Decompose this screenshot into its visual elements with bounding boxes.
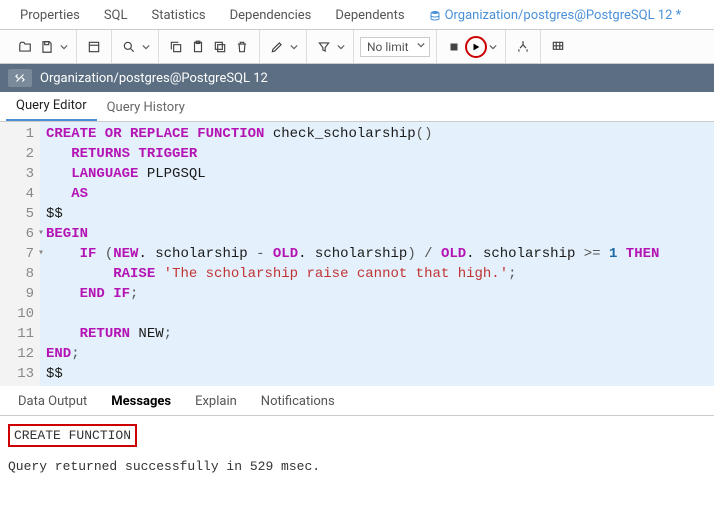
explain-button[interactable] bbox=[512, 35, 534, 59]
limit-select[interactable]: No limit bbox=[360, 37, 430, 57]
open-file-button[interactable] bbox=[14, 35, 36, 59]
code-line[interactable]: $$ bbox=[46, 204, 708, 224]
code-line[interactable] bbox=[46, 304, 708, 324]
code-line[interactable]: BEGIN bbox=[46, 224, 708, 244]
search-button[interactable] bbox=[118, 35, 140, 59]
code-line[interactable]: CREATE OR REPLACE FUNCTION check_scholar… bbox=[46, 124, 708, 144]
execute-dropdown[interactable] bbox=[487, 35, 499, 59]
code-line[interactable]: RETURN NEW; bbox=[46, 324, 708, 344]
connection-bar: Organization/postgres@PostgreSQL 12 bbox=[0, 64, 714, 92]
tab-query-history[interactable]: Query History bbox=[97, 94, 195, 121]
messages-panel: CREATE FUNCTION Query returned successfu… bbox=[0, 416, 714, 482]
edit-button[interactable] bbox=[83, 35, 105, 59]
code-area[interactable]: CREATE OR REPLACE FUNCTION check_scholar… bbox=[40, 122, 714, 386]
connection-status-icon[interactable] bbox=[8, 69, 32, 87]
edit-data-button[interactable] bbox=[266, 35, 288, 59]
tab-sql[interactable]: SQL bbox=[92, 2, 140, 29]
line-number: 4 bbox=[2, 184, 34, 204]
filter-dropdown[interactable] bbox=[335, 35, 347, 59]
line-number: 3 bbox=[2, 164, 34, 184]
line-number: 9 bbox=[2, 284, 34, 304]
message-status: Query returned successfully in 529 msec. bbox=[8, 459, 706, 474]
output-tabs: Data Output Messages Explain Notificatio… bbox=[0, 386, 714, 416]
search-dropdown[interactable] bbox=[140, 35, 152, 59]
line-number: 2 bbox=[2, 144, 34, 164]
line-number: 10 bbox=[2, 304, 34, 324]
toolbar: No limit bbox=[0, 30, 714, 64]
code-editor[interactable]: 12345678910111213 CREATE OR REPLACE FUNC… bbox=[0, 122, 714, 386]
copy-button[interactable] bbox=[165, 35, 187, 59]
tab-explain[interactable]: Explain bbox=[183, 388, 249, 415]
tab-properties[interactable]: Properties bbox=[8, 2, 92, 29]
message-result: CREATE FUNCTION bbox=[8, 424, 137, 447]
line-number: 5 bbox=[2, 204, 34, 224]
tab-statistics[interactable]: Statistics bbox=[140, 2, 218, 29]
play-icon bbox=[465, 36, 487, 58]
tab-query-editor[interactable]: Query Editor bbox=[6, 92, 97, 121]
code-line[interactable]: END; bbox=[46, 344, 708, 364]
connection-label: Organization/postgres@PostgreSQL 12 bbox=[40, 71, 268, 86]
tab-data-output[interactable]: Data Output bbox=[6, 388, 99, 415]
execute-button[interactable] bbox=[465, 35, 487, 59]
filter-button[interactable] bbox=[313, 35, 335, 59]
limit-select-label: No limit bbox=[367, 40, 409, 54]
code-line[interactable]: RAISE 'The scholarship raise cannot that… bbox=[46, 264, 708, 284]
tab-query-tool[interactable]: Organization/postgres@PostgreSQL 12 * bbox=[417, 2, 694, 29]
tab-messages[interactable]: Messages bbox=[99, 388, 183, 415]
code-line[interactable]: RETURNS TRIGGER bbox=[46, 144, 708, 164]
line-number: 12 bbox=[2, 344, 34, 364]
code-line[interactable]: $$ bbox=[46, 364, 708, 384]
paste-button[interactable] bbox=[187, 35, 209, 59]
line-number: 13 bbox=[2, 364, 34, 384]
line-number: 7 bbox=[2, 244, 34, 264]
database-icon bbox=[429, 10, 441, 22]
tab-dependencies[interactable]: Dependencies bbox=[218, 2, 324, 29]
code-line[interactable]: IF (NEW. scholarship - OLD. scholarship)… bbox=[46, 244, 708, 264]
code-line[interactable]: LANGUAGE PLPGSQL bbox=[46, 164, 708, 184]
delete-button[interactable] bbox=[231, 35, 253, 59]
edit-data-dropdown[interactable] bbox=[288, 35, 300, 59]
save-button[interactable] bbox=[36, 35, 58, 59]
tab-dependents[interactable]: Dependents bbox=[323, 2, 416, 29]
line-gutter: 12345678910111213 bbox=[0, 122, 40, 386]
tab-query-tool-label: Organization/postgres@PostgreSQL 12 * bbox=[445, 8, 682, 23]
code-line[interactable]: AS bbox=[46, 184, 708, 204]
tab-notifications[interactable]: Notifications bbox=[249, 388, 347, 415]
notify-button[interactable] bbox=[547, 35, 569, 59]
chevron-down-icon bbox=[417, 41, 425, 49]
line-number: 1 bbox=[2, 124, 34, 144]
top-tabs: Properties SQL Statistics Dependencies D… bbox=[0, 0, 714, 30]
copy-result-button[interactable] bbox=[209, 35, 231, 59]
stop-button[interactable] bbox=[443, 35, 465, 59]
line-number: 6 bbox=[2, 224, 34, 244]
editor-tabs: Query Editor Query History bbox=[0, 92, 714, 122]
code-line[interactable]: END IF; bbox=[46, 284, 708, 304]
save-dropdown[interactable] bbox=[58, 35, 70, 59]
line-number: 8 bbox=[2, 264, 34, 284]
line-number: 11 bbox=[2, 324, 34, 344]
